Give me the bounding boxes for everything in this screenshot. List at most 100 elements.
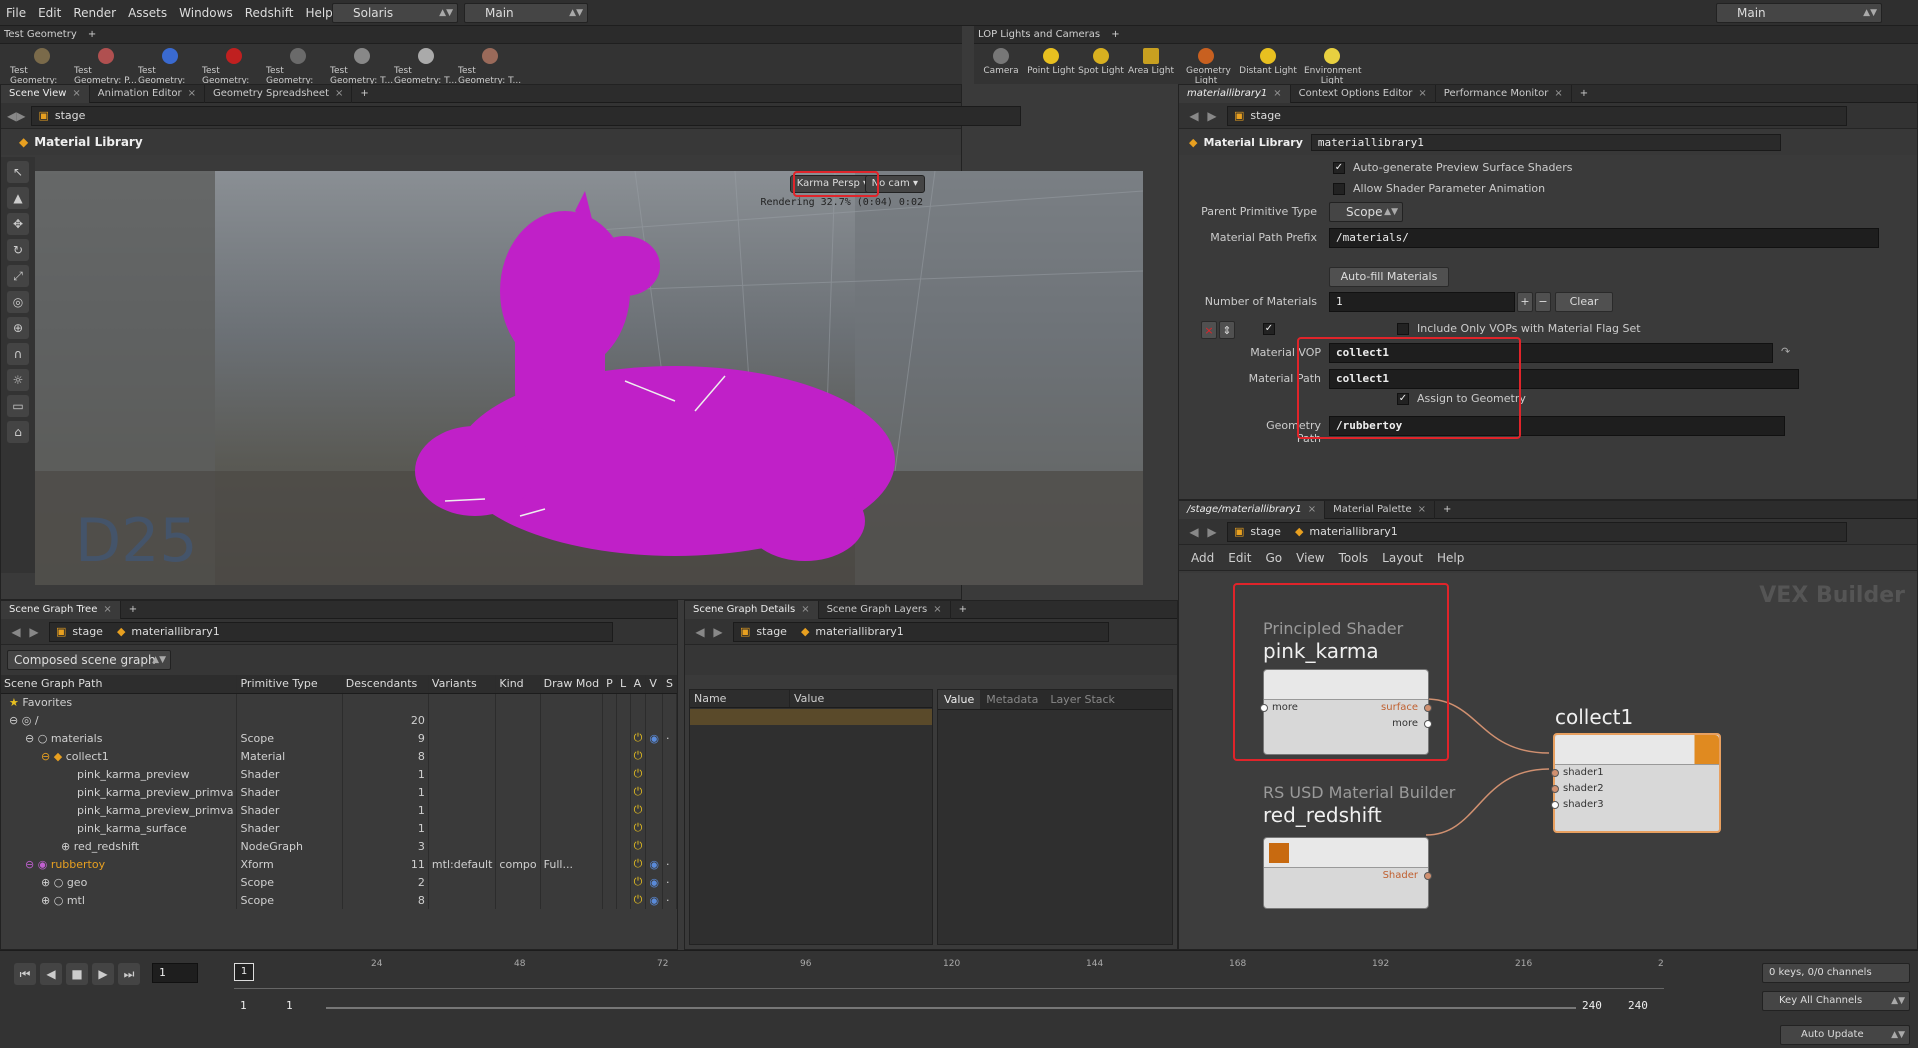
add-tab-button[interactable]: +: [121, 601, 145, 619]
viewport-path[interactable]: ▣ stage: [31, 105, 1022, 126]
details-selected-row[interactable]: [690, 709, 932, 725]
prefix-field[interactable]: /materials/: [1329, 228, 1879, 248]
context-select[interactable]: Main ▲▼: [464, 3, 588, 23]
tab-scene-graph-details[interactable]: Scene Graph Details ×: [685, 600, 819, 619]
range-end2-field[interactable]: 240: [1622, 997, 1668, 1017]
shelf-tab-lights[interactable]: LOP Lights and Cameras: [978, 29, 1100, 40]
col-name[interactable]: Name: [690, 690, 790, 707]
transform-icon[interactable]: ✥: [7, 213, 29, 235]
stop-icon[interactable]: ■: [66, 963, 88, 985]
forward-icon[interactable]: ▶: [16, 109, 25, 123]
timeline-ruler[interactable]: 1 24 48 72 96 120 144 168 192 216 2: [234, 959, 1664, 989]
table-row[interactable]: pink_karma_preview Shader 1 ⏻: [1, 765, 677, 783]
tab-metadata[interactable]: Metadata: [980, 690, 1044, 709]
tool-spot-light[interactable]: Spot Light: [1076, 44, 1126, 86]
forward-icon[interactable]: ▶: [1203, 109, 1221, 123]
tool-camera[interactable]: Camera: [976, 44, 1026, 86]
table-row[interactable]: ⊕ red_redshift NodeGraph 3 ⏻: [1, 837, 677, 855]
table-row[interactable]: ⊕ ○ geo Scope 2 ⏻ ◉ ·: [1, 873, 677, 891]
select-icon[interactable]: ↖: [7, 161, 29, 183]
network-path[interactable]: ▣ stage ◆ materiallibrary1: [1227, 521, 1847, 542]
composed-graph-select[interactable]: Composed scene graph ▲▼: [7, 650, 171, 670]
parent-prim-select[interactable]: Scope ▲▼: [1329, 202, 1403, 222]
autofill-button[interactable]: Auto-fill Materials: [1329, 267, 1449, 287]
node-red-redshift[interactable]: Shader: [1263, 837, 1432, 909]
shelf-tab-test-geometry[interactable]: Test Geometry: [4, 29, 77, 40]
play-back-icon[interactable]: ◀: [40, 963, 62, 985]
first-frame-icon[interactable]: ⏮: [14, 963, 36, 985]
net-menu-edit[interactable]: Edit: [1228, 551, 1251, 565]
tab-value[interactable]: Value: [938, 690, 981, 709]
tab-scene-view[interactable]: Scene View ×: [1, 84, 90, 103]
net-menu-tools[interactable]: Tools: [1339, 551, 1369, 565]
back-icon[interactable]: ◀: [7, 625, 25, 639]
menu-edit[interactable]: Edit: [32, 0, 67, 26]
tab-animation-editor[interactable]: Animation Editor ×: [90, 84, 205, 103]
stamp-icon[interactable]: ⌂: [7, 421, 29, 443]
collect-shader1-port[interactable]: [1551, 769, 1559, 777]
col-kind[interactable]: Kind: [495, 675, 541, 694]
back-icon[interactable]: ◀: [1185, 109, 1203, 123]
scale-icon[interactable]: ⤢: [7, 265, 29, 287]
table-row[interactable]: pink_karma_preview_primva Shader 1 ⏻: [1, 801, 677, 819]
collect-shader2-port[interactable]: [1551, 785, 1559, 793]
viewport-3d[interactable]: D25 Rendering 32.7% (0:04) 0:02 Karma Pe…: [35, 171, 1143, 585]
menu-windows[interactable]: Windows: [173, 0, 239, 26]
current-frame-field[interactable]: 1: [152, 963, 198, 983]
forward-icon[interactable]: ▶: [1203, 525, 1221, 539]
params-path[interactable]: ▣ stage: [1227, 105, 1847, 126]
node2-out-port[interactable]: [1424, 872, 1432, 880]
keys-channels-display[interactable]: 0 keys, 0/0 channels: [1762, 963, 1910, 983]
tab-layer-stack[interactable]: Layer Stack: [1044, 690, 1121, 709]
add-tab-button[interactable]: +: [352, 85, 376, 103]
network-canvas[interactable]: VEX Builder Principled Shader pink_karma…: [1179, 573, 1917, 949]
add-tab-button[interactable]: +: [951, 601, 975, 619]
forward-icon[interactable]: ▶: [709, 625, 727, 639]
tool-distant-light[interactable]: Distant Light: [1236, 44, 1300, 86]
col-p[interactable]: P: [602, 675, 617, 694]
col-path[interactable]: Scene Graph Path: [1, 675, 238, 694]
node-jump-icon[interactable]: ↷: [1781, 345, 1790, 358]
draw-mode-select[interactable]: Full...: [540, 855, 604, 873]
net-menu-help[interactable]: Help: [1437, 551, 1464, 565]
col-value[interactable]: Value: [790, 690, 824, 707]
range-start2-field[interactable]: 1: [280, 997, 326, 1017]
desktop-select[interactable]: Solaris ▲▼: [332, 3, 458, 23]
menu-render[interactable]: Render: [67, 0, 122, 26]
col-draw[interactable]: Draw Mod: [540, 675, 604, 694]
tab-performance-monitor[interactable]: Performance Monitor ×: [1436, 84, 1572, 103]
forward-icon[interactable]: ▶: [25, 625, 43, 639]
tool-area-light[interactable]: Area Light: [1126, 44, 1176, 86]
node-collect1[interactable]: shader1 shader2 shader3: [1551, 733, 1721, 833]
col-l[interactable]: L: [616, 675, 631, 694]
include-vops-checkbox[interactable]: [1397, 323, 1409, 335]
remove-material-button[interactable]: −: [1535, 292, 1551, 312]
pose-icon[interactable]: ◎: [7, 291, 29, 313]
table-row[interactable]: pink_karma_preview_primva Shader 1 ⏻: [1, 783, 677, 801]
tab-scene-graph-tree[interactable]: Scene Graph Tree ×: [1, 600, 121, 619]
magnet-icon[interactable]: ∩: [7, 343, 29, 365]
last-frame-icon[interactable]: ⏭: [118, 963, 140, 985]
camera-tool-icon[interactable]: ▭: [7, 395, 29, 417]
allow-anim-checkbox[interactable]: [1333, 183, 1345, 195]
add-material-button[interactable]: +: [1517, 292, 1533, 312]
rotate-icon[interactable]: ↻: [7, 239, 29, 261]
back-icon[interactable]: ◀: [691, 625, 709, 639]
table-row[interactable]: ⊖ ◎ /20: [1, 711, 677, 729]
tab-material-palette[interactable]: Material Palette ×: [1325, 500, 1435, 519]
reorder-instance-button[interactable]: ⇕: [1219, 321, 1235, 339]
tool-point-light[interactable]: Point Light: [1026, 44, 1076, 86]
col-type[interactable]: Primitive Type: [236, 675, 343, 694]
auto-preview-checkbox[interactable]: ✓: [1333, 162, 1345, 174]
net-menu-go[interactable]: Go: [1265, 551, 1282, 565]
range-slider[interactable]: [326, 1007, 1576, 1009]
table-row[interactable]: ⊖ ◉ rubbertoy Xform 11 mtl:default compo Full…: [1, 855, 677, 873]
table-row[interactable]: ⊖ ◆ collect1 Material 8 ⏻: [1, 747, 677, 765]
menu-redshift[interactable]: Redshift: [239, 0, 300, 26]
lock-icon[interactable]: ▲: [7, 187, 29, 209]
col-s[interactable]: S: [662, 675, 677, 694]
col-a[interactable]: A: [630, 675, 647, 694]
auto-update-select[interactable]: Auto Update ▲▼: [1780, 1025, 1910, 1045]
net-menu-view[interactable]: View: [1296, 551, 1324, 565]
tab-network-path[interactable]: /stage/materiallibrary1 ×: [1179, 500, 1326, 519]
